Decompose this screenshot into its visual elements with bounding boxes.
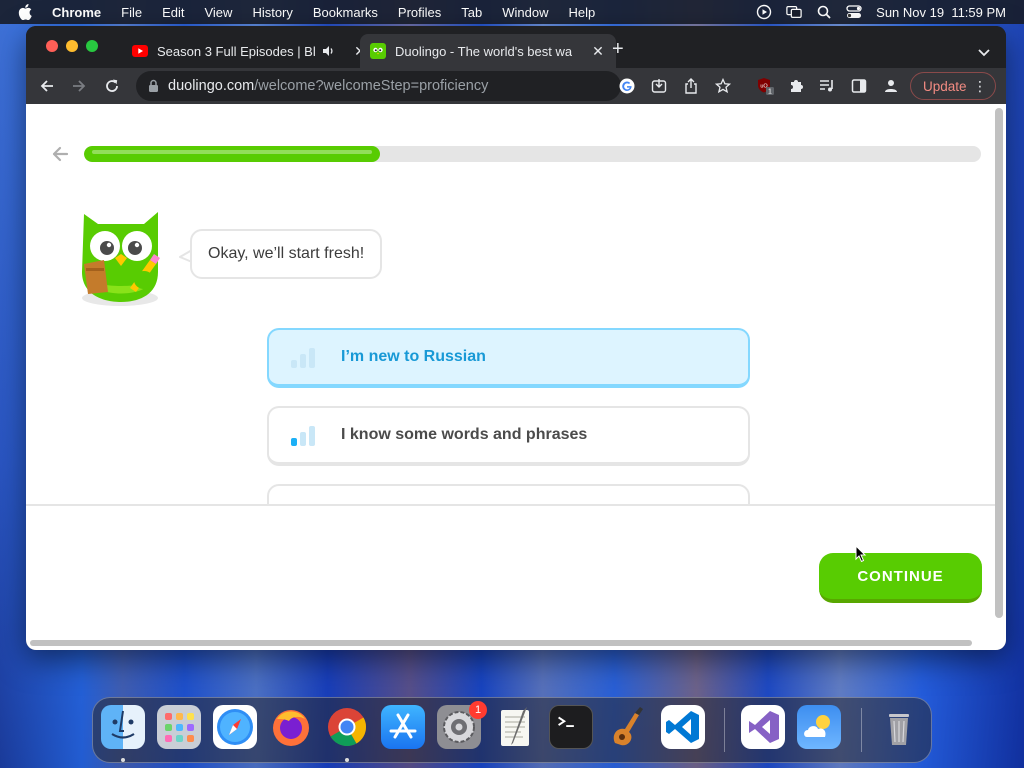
back-arrow-icon[interactable] [50, 144, 70, 164]
menu-window[interactable]: Window [502, 5, 548, 20]
owl-message: Okay, we’ll start fresh! [208, 245, 365, 262]
progress-bar [84, 146, 981, 162]
duolingo-icon [370, 43, 386, 59]
continue-label: CONTINUE [857, 567, 944, 585]
proficiency-level-1-icon [291, 424, 321, 446]
menu-edit[interactable]: Edit [162, 5, 184, 20]
screen-mirroring-icon[interactable] [786, 4, 802, 20]
window-controls [46, 40, 98, 52]
chrome-running-indicator [345, 758, 349, 762]
chevron-down-icon[interactable] [978, 44, 990, 62]
extensions-puzzle-icon[interactable] [787, 77, 805, 95]
page-content: Okay, we’ll start fresh! I’m new to Russ… [26, 104, 1006, 650]
url-host: duolingo.com [168, 78, 255, 94]
apple-icon[interactable] [18, 4, 32, 20]
close-tab-icon[interactable]: ✕ [590, 43, 606, 60]
browser-window: Season 3 Full Episodes | Bl ✕ Duolingo -… [26, 26, 1006, 650]
ublock-extension-icon[interactable]: uO 1 [756, 77, 774, 95]
duo-owl-mascot [74, 202, 170, 310]
visual-studio-icon[interactable] [741, 705, 785, 749]
mouse-cursor [855, 545, 867, 563]
tab-youtube[interactable]: Season 3 Full Episodes | Bl ✕ [122, 34, 378, 68]
garageband-icon[interactable] [605, 705, 649, 749]
update-button[interactable]: Update ⋮ [910, 72, 996, 100]
tab-title: Duolingo - The world's best wa [395, 43, 573, 59]
finder-icon[interactable] [101, 705, 145, 749]
dock-separator [724, 708, 725, 752]
back-icon[interactable] [38, 77, 56, 95]
dock-separator [861, 708, 862, 752]
menu-bar: Chrome File Edit View History Bookmarks … [0, 0, 1024, 24]
menubar-clock[interactable]: Sun Nov 19 11:59 PM [876, 5, 1006, 20]
option-new-to-language[interactable]: I’m new to Russian [267, 328, 750, 388]
weather-icon[interactable] [797, 705, 841, 749]
profile-avatar-icon[interactable] [882, 77, 900, 95]
progress-bar-fill [84, 146, 380, 162]
trash-icon[interactable] [877, 705, 921, 749]
continue-button[interactable]: CONTINUE [819, 553, 982, 603]
menu-tab[interactable]: Tab [461, 5, 482, 20]
more-menu-icon[interactable]: ⋮ [973, 78, 987, 95]
tab-title: Season 3 Full Episodes | Bl [157, 43, 316, 59]
terminal-icon[interactable] [549, 705, 593, 749]
chrome-icon[interactable] [325, 705, 369, 749]
finder-running-indicator [121, 758, 125, 762]
new-tab-icon[interactable]: + [612, 39, 624, 59]
update-label: Update [923, 78, 967, 94]
menu-bookmarks[interactable]: Bookmarks [313, 5, 378, 20]
side-panel-icon[interactable] [850, 77, 868, 95]
install-app-icon[interactable] [650, 77, 668, 95]
url-path: /welcome?welcomeStep=proficiency [254, 78, 489, 94]
vscode-icon[interactable] [661, 705, 705, 749]
share-icon[interactable] [682, 77, 700, 95]
textedit-icon[interactable] [493, 705, 537, 749]
forward-icon[interactable] [70, 77, 88, 95]
extension-badge: 1 [768, 89, 772, 96]
google-icon[interactable] [618, 77, 636, 95]
option-know-some-words[interactable]: I know some words and phrases [267, 406, 750, 466]
option-label: I know some words and phrases [341, 426, 588, 443]
progress-bar-highlight [92, 150, 372, 154]
tab-strip: Season 3 Full Episodes | Bl ✕ Duolingo -… [26, 26, 1006, 68]
tab-duolingo[interactable]: Duolingo - The world's best wa ✕ [360, 34, 616, 68]
maximize-window-button[interactable] [86, 40, 98, 52]
launchpad-icon[interactable] [157, 705, 201, 749]
address-bar[interactable]: duolingo.com/welcome?welcomeStep=profici… [136, 71, 621, 101]
media-queue-icon[interactable] [818, 77, 836, 95]
notification-badge: 1 [469, 701, 487, 719]
browser-toolbar: duolingo.com/welcome?welcomeStep=profici… [26, 68, 1006, 104]
control-center-icon[interactable] [846, 4, 862, 20]
reload-icon[interactable] [103, 77, 121, 95]
speaker-icon[interactable] [322, 44, 336, 58]
minimize-window-button[interactable] [66, 40, 78, 52]
option-label: I’m new to Russian [341, 348, 486, 365]
play-circle-icon[interactable] [756, 4, 772, 20]
horizontal-scrollbar[interactable] [30, 640, 972, 646]
safari-icon[interactable] [213, 705, 257, 749]
option-partially-visible[interactable] [267, 484, 750, 504]
vertical-scrollbar[interactable] [995, 108, 1003, 618]
menu-view[interactable]: View [204, 5, 232, 20]
app-store-icon[interactable] [381, 705, 425, 749]
menu-app-name[interactable]: Chrome [52, 5, 101, 20]
footer-divider [26, 504, 996, 506]
menu-file[interactable]: File [121, 5, 142, 20]
bookmark-star-icon[interactable] [714, 77, 732, 95]
proficiency-level-0-icon [291, 346, 321, 368]
speech-bubble: Okay, we’ll start fresh! [190, 229, 383, 279]
firefox-icon[interactable] [269, 705, 313, 749]
menu-history[interactable]: History [252, 5, 292, 20]
lock-icon[interactable] [148, 79, 160, 93]
menu-profiles[interactable]: Profiles [398, 5, 441, 20]
menu-help[interactable]: Help [569, 5, 596, 20]
close-window-button[interactable] [46, 40, 58, 52]
dock: 1 [92, 697, 932, 763]
spotlight-search-icon[interactable] [816, 4, 832, 20]
youtube-icon [132, 43, 148, 59]
